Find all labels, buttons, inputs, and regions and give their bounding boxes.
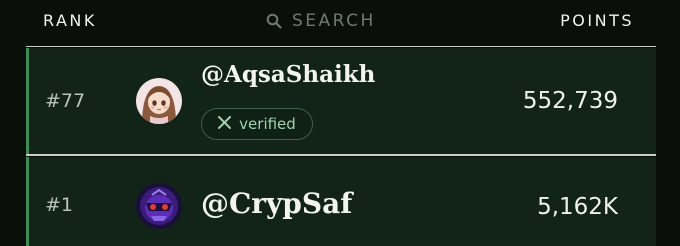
username[interactable]: @AqsaShaikh (201, 61, 375, 88)
points-value: 5,162K (537, 194, 618, 220)
leaderboard-row[interactable]: #77 @AqsaShaikh verified 552,739 (26, 48, 656, 154)
search-input[interactable]: SEARCH (266, 9, 376, 33)
search-icon (266, 13, 282, 29)
rank-value: #77 (45, 90, 86, 112)
x-logo-icon (218, 115, 232, 133)
leaderboard-row[interactable]: #1 @CrypSaf 5,162K (26, 157, 656, 246)
badge-label: verified (239, 115, 296, 133)
points-value: 552,739 (522, 88, 618, 114)
anime-girl-avatar-icon (136, 78, 182, 124)
header-divider (26, 46, 656, 47)
username[interactable]: @CrypSaf (201, 187, 352, 220)
rank-column-header: RANK (43, 11, 97, 30)
search-placeholder: SEARCH (292, 11, 376, 31)
row-divider (26, 154, 656, 156)
leaderboard-header: RANK SEARCH POINTS (0, 0, 680, 44)
verified-badge: verified (201, 108, 313, 140)
avatar (136, 78, 182, 124)
rank-value: #1 (45, 194, 74, 216)
avatar (136, 183, 182, 229)
purple-mask-avatar-icon (136, 183, 182, 229)
points-column-header: POINTS (560, 11, 634, 30)
